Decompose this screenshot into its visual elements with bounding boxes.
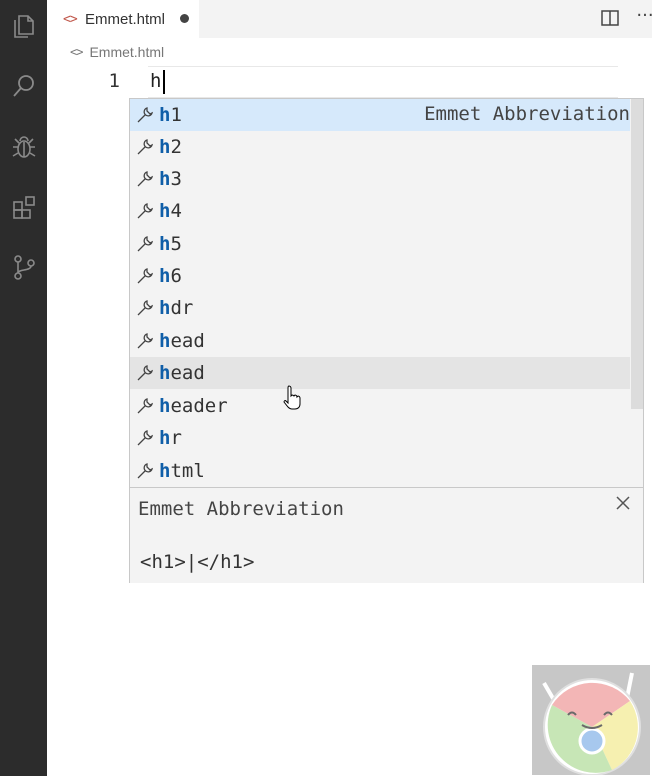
suggest-details-panel: Emmet Abbreviation <h1>|</h1> bbox=[130, 487, 643, 583]
suggest-scrollbar[interactable] bbox=[631, 99, 643, 409]
suggest-item-label: head bbox=[159, 362, 205, 384]
more-actions-button[interactable]: ··· bbox=[635, 4, 652, 28]
suggest-item-detail: Emmet Abbreviation bbox=[424, 103, 630, 125]
line-number: 1 bbox=[108, 70, 120, 92]
suggest-item-label: hdr bbox=[159, 297, 194, 319]
suggest-item-label: html bbox=[159, 460, 205, 482]
suggest-widget: h1 Emmet Abbreviation h2 h3 h4 h5 h6 hdr bbox=[129, 98, 644, 583]
wrench-icon bbox=[137, 203, 154, 219]
breadcrumb[interactable]: <> Emmet.html bbox=[70, 42, 164, 62]
suggest-item[interactable]: h6 bbox=[130, 260, 630, 292]
suggest-item[interactable]: h4 bbox=[130, 195, 630, 227]
html-file-icon: <> bbox=[70, 45, 83, 59]
details-title: Emmet Abbreviation bbox=[138, 498, 344, 520]
mascot-watermark bbox=[532, 665, 650, 776]
hand-cursor-icon bbox=[283, 385, 301, 410]
tab-label: Emmet.html bbox=[85, 10, 166, 28]
suggest-item-label: hr bbox=[159, 427, 182, 449]
suggest-item[interactable]: hdr bbox=[130, 292, 630, 324]
current-line-highlight bbox=[148, 66, 618, 98]
suggest-item[interactable]: html bbox=[130, 455, 630, 487]
debug-icon[interactable] bbox=[0, 127, 47, 167]
wrench-icon bbox=[137, 365, 154, 381]
suggest-item-label: h3 bbox=[159, 168, 182, 190]
wrench-icon bbox=[137, 139, 154, 155]
search-icon[interactable] bbox=[0, 66, 47, 106]
suggest-item-label: h1 bbox=[159, 104, 182, 126]
suggest-item[interactable]: head bbox=[130, 357, 630, 389]
suggest-item-label: h2 bbox=[159, 136, 182, 158]
html-file-icon: <> bbox=[63, 11, 78, 27]
suggest-item[interactable]: h5 bbox=[130, 228, 630, 260]
suggest-item[interactable]: head bbox=[130, 325, 630, 357]
wrench-icon bbox=[137, 107, 154, 123]
suggest-list: h1 Emmet Abbreviation h2 h3 h4 h5 h6 hdr bbox=[130, 99, 630, 487]
close-icon[interactable] bbox=[614, 494, 632, 512]
suggest-item-label: header bbox=[159, 395, 228, 417]
activity-bar bbox=[0, 0, 47, 776]
wrench-icon bbox=[137, 171, 154, 187]
wrench-icon bbox=[137, 236, 154, 252]
suggest-item-label: h4 bbox=[159, 200, 182, 222]
details-preview: <h1>|</h1> bbox=[140, 551, 255, 573]
suggest-item[interactable]: hr bbox=[130, 422, 630, 454]
suggest-item[interactable]: header bbox=[130, 390, 630, 422]
suggest-item-label: h5 bbox=[159, 233, 182, 255]
text-cursor bbox=[163, 70, 165, 94]
wrench-icon bbox=[137, 430, 154, 446]
suggest-item[interactable]: h3 bbox=[130, 163, 630, 195]
wrench-icon bbox=[137, 463, 154, 479]
suggest-item-label: h6 bbox=[159, 265, 182, 287]
unsaved-dot-icon[interactable] bbox=[180, 14, 189, 23]
wrench-icon bbox=[137, 333, 154, 349]
breadcrumb-label[interactable]: Emmet.html bbox=[89, 44, 164, 60]
wrench-icon bbox=[137, 300, 154, 316]
suggest-item[interactable]: h1 Emmet Abbreviation bbox=[130, 99, 630, 131]
editor-text[interactable]: h bbox=[150, 70, 161, 92]
tab-emmet-html[interactable]: <> Emmet.html bbox=[47, 0, 199, 38]
suggest-item-label: head bbox=[159, 330, 205, 352]
source-control-icon[interactable] bbox=[0, 247, 47, 287]
extensions-icon[interactable] bbox=[0, 187, 47, 227]
suggest-item[interactable]: h2 bbox=[130, 131, 630, 163]
split-editor-icon[interactable] bbox=[600, 8, 620, 28]
explorer-icon[interactable] bbox=[0, 6, 47, 46]
wrench-icon bbox=[137, 268, 154, 284]
wrench-icon bbox=[137, 398, 154, 414]
tab-bar: <> Emmet.html ··· bbox=[47, 0, 652, 38]
